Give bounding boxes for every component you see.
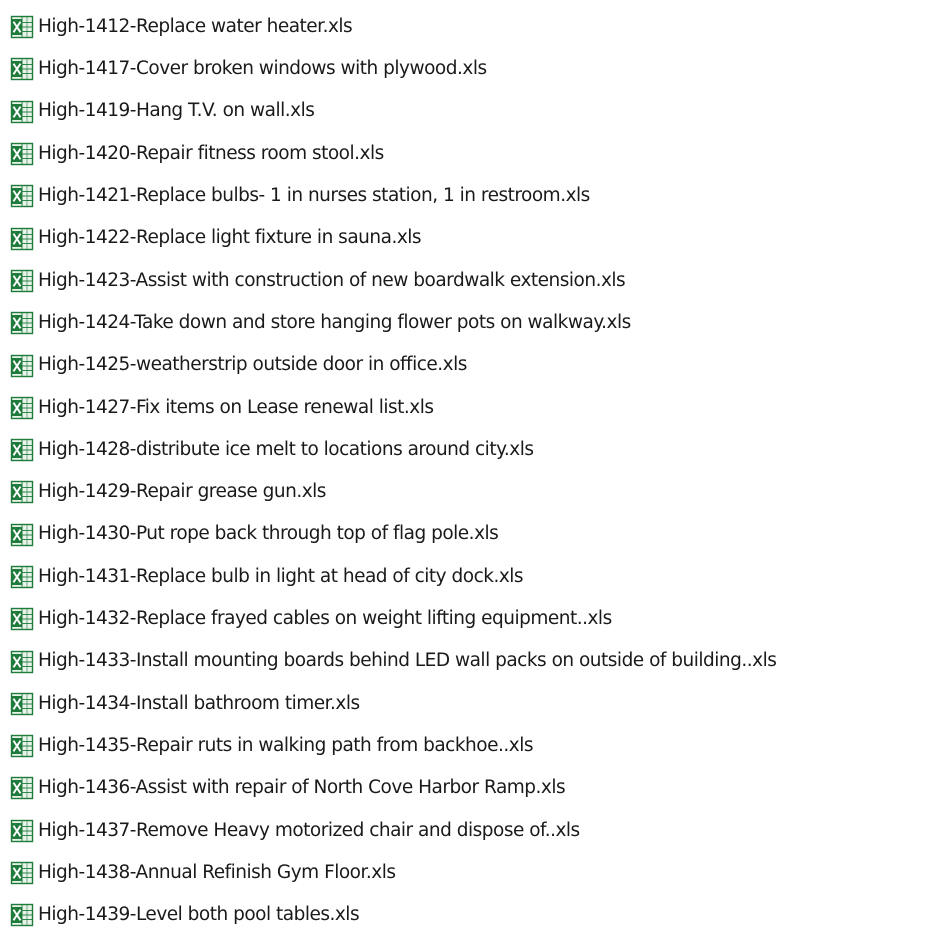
file-item[interactable]: High-1423-Assist with construction of ne…: [10, 260, 938, 302]
excel-file-icon: [10, 692, 34, 716]
file-item[interactable]: High-1438-Annual Refinish Gym Floor.xls: [10, 852, 938, 894]
file-name: High-1427-Fix items on Lease renewal lis…: [38, 396, 434, 418]
file-item[interactable]: High-1430-Put rope back through top of f…: [10, 514, 938, 556]
file-name: High-1433-Install mounting boards behind…: [38, 650, 777, 672]
file-item[interactable]: High-1437-Remove Heavy motorized chair a…: [10, 810, 938, 852]
file-name: High-1431-Replace bulb in light at head …: [38, 565, 524, 587]
excel-file-icon: [10, 184, 34, 208]
excel-file-icon: [10, 396, 34, 420]
file-item[interactable]: High-1422-Replace light fixture in sauna…: [10, 217, 938, 259]
file-name: High-1425-weatherstrip outside door in o…: [38, 354, 467, 376]
file-item[interactable]: High-1434-Install bathroom timer.xls: [10, 683, 938, 725]
file-item[interactable]: High-1427-Fix items on Lease renewal lis…: [10, 387, 938, 429]
file-item[interactable]: High-1439-Level both pool tables.xls: [10, 894, 938, 936]
file-name: High-1439-Level both pool tables.xls: [38, 904, 360, 926]
excel-file-icon: [10, 438, 34, 462]
excel-file-icon: [10, 142, 34, 166]
excel-file-icon: [10, 650, 34, 674]
excel-file-icon: [10, 311, 34, 335]
excel-file-icon: [10, 607, 34, 631]
file-item[interactable]: High-1431-Replace bulb in light at head …: [10, 556, 938, 598]
file-name: High-1434-Install bathroom timer.xls: [38, 692, 360, 714]
file-item[interactable]: High-1435-Repair ruts in walking path fr…: [10, 725, 938, 767]
file-item[interactable]: High-1425-weatherstrip outside door in o…: [10, 344, 938, 386]
file-item[interactable]: High-1428-distribute ice melt to locatio…: [10, 429, 938, 471]
file-name: High-1436-Assist with repair of North Co…: [38, 777, 566, 799]
excel-file-icon: [10, 565, 34, 589]
excel-file-icon: [10, 57, 34, 81]
file-name: High-1437-Remove Heavy motorized chair a…: [38, 819, 580, 841]
file-item[interactable]: High-1424-Take down and store hanging fl…: [10, 302, 938, 344]
excel-file-icon: [10, 523, 34, 547]
file-item[interactable]: High-1417-Cover broken windows with plyw…: [10, 48, 938, 90]
excel-file-icon: [10, 480, 34, 504]
file-name: High-1435-Repair ruts in walking path fr…: [38, 734, 533, 756]
excel-file-icon: [10, 227, 34, 251]
excel-file-icon: [10, 861, 34, 885]
file-name: High-1429-Repair grease gun.xls: [38, 481, 326, 503]
excel-file-icon: [10, 776, 34, 800]
file-name: High-1417-Cover broken windows with plyw…: [38, 58, 487, 80]
file-name: High-1430-Put rope back through top of f…: [38, 523, 499, 545]
file-name: High-1432-Replace frayed cables on weigh…: [38, 608, 612, 630]
excel-file-icon: [10, 903, 34, 927]
excel-file-icon: [10, 269, 34, 293]
excel-file-icon: [10, 734, 34, 758]
file-list: High-1412-Replace water heater.xls High-…: [0, 0, 938, 937]
file-name: High-1428-distribute ice melt to locatio…: [38, 438, 534, 460]
file-item[interactable]: High-1421-Replace bulbs- 1 in nurses sta…: [10, 175, 938, 217]
file-item[interactable]: High-1436-Assist with repair of North Co…: [10, 767, 938, 809]
file-name: High-1422-Replace light fixture in sauna…: [38, 227, 422, 249]
file-item[interactable]: High-1433-Install mounting boards behind…: [10, 640, 938, 682]
file-name: High-1423-Assist with construction of ne…: [38, 269, 626, 291]
file-name: High-1420-Repair fitness room stool.xls: [38, 142, 384, 164]
file-name: High-1419-Hang T.V. on wall.xls: [38, 100, 315, 122]
excel-file-icon: [10, 100, 34, 124]
file-name: High-1412-Replace water heater.xls: [38, 15, 353, 37]
excel-file-icon: [10, 354, 34, 378]
file-item[interactable]: High-1429-Repair grease gun.xls: [10, 471, 938, 513]
file-name: High-1438-Annual Refinish Gym Floor.xls: [38, 861, 396, 883]
excel-file-icon: [10, 15, 34, 39]
file-name: High-1421-Replace bulbs- 1 in nurses sta…: [38, 185, 590, 207]
file-item[interactable]: High-1420-Repair fitness room stool.xls: [10, 133, 938, 175]
excel-file-icon: [10, 819, 34, 843]
file-item[interactable]: High-1432-Replace frayed cables on weigh…: [10, 598, 938, 640]
file-name: High-1424-Take down and store hanging fl…: [38, 311, 631, 333]
file-item[interactable]: High-1412-Replace water heater.xls: [10, 6, 938, 48]
file-item[interactable]: High-1419-Hang T.V. on wall.xls: [10, 91, 938, 133]
